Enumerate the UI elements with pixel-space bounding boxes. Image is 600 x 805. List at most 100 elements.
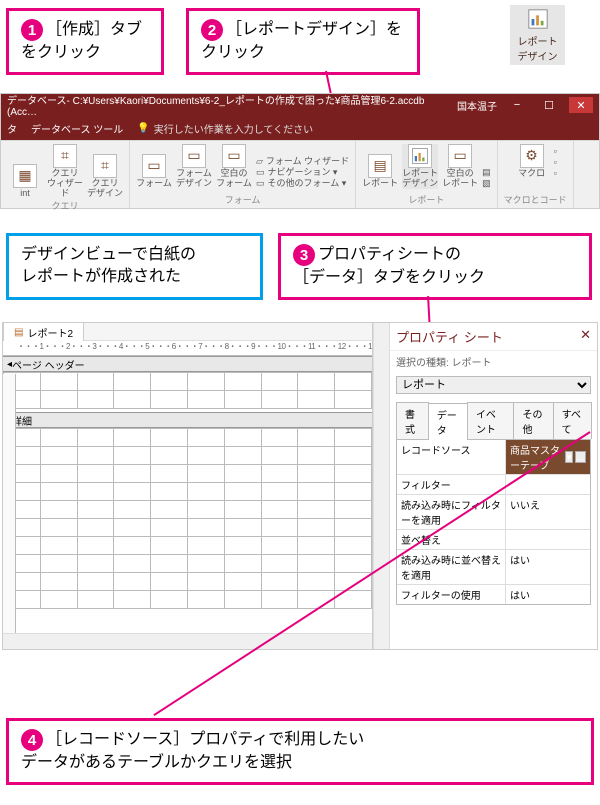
builder-icon[interactable]: … [575,451,586,463]
access-window: データベース- C:¥Users¥Kaori¥Documents¥6-2_レポー… [0,93,600,209]
design-surface[interactable]: ・・・1・・・2・・・3・・・4・・・5・・・6・・・7・・・8・・・9・・・1… [3,341,372,633]
ribbon-tabs: タ データベース ツール 💡 実行したい作業を入力してください [1,116,599,140]
ribbon-item-label: レポート デザイン [402,169,438,189]
ribbon-item-label: その他のフォーム ▾ [268,179,347,189]
close-icon[interactable]: ✕ [580,327,591,346]
property-row[interactable]: 並べ替え [397,530,590,550]
callout-3: 3プロパティシートの ［データ］タブをクリック [278,233,592,300]
scrollbar-vertical[interactable] [373,323,389,649]
callout-text: デザインビューで白紙の [21,244,248,266]
tab-other[interactable]: その他 [513,402,553,439]
report-button[interactable]: ▤ レポート [362,154,398,189]
callout-4: 4［レコードソース］プロパティで利用したい データがあるテーブルかクエリを選択 [6,718,594,785]
property-row[interactable]: フィルターの使用 はい [397,585,590,604]
ribbon-tab[interactable]: タ [7,121,17,136]
navigation-button[interactable]: ▭ナビゲーション ▾ [256,168,337,178]
close-button[interactable]: ✕ [569,97,593,113]
side-icon: ▤ [482,168,491,178]
tell-me-search[interactable]: 💡 実行したい作業を入力してください [137,121,313,136]
blank-form-icon: ▭ [222,144,246,168]
scrollbar-horizontal[interactable] [3,633,372,649]
ruler-vertical [3,374,16,633]
form-design-icon: ▭ [182,144,206,168]
wizard-icon: ▱ [256,157,263,167]
grid-page-header[interactable] [3,372,372,412]
nav-icon: ▭ [256,168,265,178]
grid-detail[interactable] [3,428,372,628]
icon-label: レポート デザイン [512,33,563,63]
lightbulb-icon: 💡 [137,123,149,134]
maximize-button[interactable]: ☐ [537,97,561,113]
ribbon-item-label: フォーム [136,179,172,189]
callout-blue: デザインビューで白紙の レポートが作成された [6,233,263,300]
callout-number-1: 1 [21,19,43,41]
property-row[interactable]: 読み込み時に並べ替えを適用 はい [397,550,590,585]
property-row[interactable]: 読み込み時にフィルターを適用 いいえ [397,495,590,530]
property-value[interactable]: はい [506,550,590,584]
macro-icon: ⚙ [520,144,544,168]
window-tabbar: ▤ レポート2 [3,323,372,341]
callout-text: ［レポートデザイン］をクリック [201,21,402,60]
query-wizard-button[interactable]: ⌗ クエリ ウィザード [47,144,83,199]
ribbon-tab[interactable]: データベース ツール [31,121,123,136]
report-tab[interactable]: ▤ レポート2 [3,322,84,342]
report-icon: ▤ [368,154,392,178]
ribbon-item-label: クエリ ウィザード [47,169,83,199]
ribbon-item-label: ナビゲーション ▾ [268,168,338,178]
macro-side-3[interactable]: ▫ [554,169,557,179]
side-icon: ▫ [554,147,557,157]
blank-report-button[interactable]: ▭ 空白の レポート [442,144,478,189]
callout-number-2: 2 [201,19,223,41]
ribbon: ▦ int ⌗ クエリ ウィザード ⌗ クエリ デザイン クエリ ▭ フォーム [1,140,599,208]
query-design-button[interactable]: ⌗ クエリ デザイン [87,154,123,199]
property-key: フィルターの使用 [397,585,506,604]
macro-side-1[interactable]: ▫ [554,147,557,157]
property-value[interactable]: いいえ [506,495,590,529]
user-name: 国本温子 [457,98,497,113]
callout-text: データがあるテーブルかクエリを選択 [21,754,292,771]
db-title: データベース- C:¥Users¥Kaori¥Documents¥6-2_レポー… [7,92,457,118]
parts-button[interactable]: ▦ int [7,164,43,199]
tab-format[interactable]: 書式 [396,402,429,439]
ribbon-item-label: フォーム ウィザード [266,157,349,167]
ribbon-group-label: フォーム [225,193,261,206]
other-forms-button[interactable]: ▭その他のフォーム ▾ [256,179,346,189]
property-selector[interactable]: レポート [396,376,591,394]
macro-side-2[interactable]: ▫ [554,158,557,168]
ribbon-group-label: クエリ [51,199,78,212]
search-placeholder: 実行したい作業を入力してください [154,121,313,136]
ribbon-group-macro: ⚙ マクロ ▫ ▫ ▫ マクロとコード [498,141,574,208]
side-icon: ▧ [482,179,491,189]
form-button[interactable]: ▭ フォーム [136,154,172,189]
property-sheet: プロパティ シート ✕ 選択の種類: レポート レポート 書式 データ イベント… [389,323,597,649]
ribbon-item-label: フォーム デザイン [176,169,212,189]
report-side-icon-1[interactable]: ▤ [482,168,491,178]
property-key: 読み込み時に並べ替えを適用 [397,550,506,584]
report-tab-label: レポート2 [27,325,73,340]
ribbon-item-label: 空白の フォーム [216,169,252,189]
report-side-icon-2[interactable]: ▧ [482,179,491,189]
report-design-button[interactable]: レポート デザイン [402,144,438,189]
blank-form-button[interactable]: ▭ 空白の フォーム [216,144,252,189]
callout-text: プロパティシートの [318,246,461,263]
side-icon: ▫ [554,169,557,179]
side-icon: ▫ [554,158,557,168]
callout-text: ［データ］タブをクリック [293,269,485,286]
ribbon-group-form: ▭ フォーム ▭ フォーム デザイン ▭ 空白の フォーム ▱フォーム ウィザー… [130,141,356,208]
property-value[interactable] [506,530,590,549]
minimize-button[interactable]: − [505,97,529,113]
property-row[interactable]: レコードソース 商品マスターテーブ ▾ … [397,440,590,475]
tab-data[interactable]: データ [428,403,468,440]
callout-number-4: 4 [21,729,43,751]
property-tabs: 書式 データ イベント その他 すべて [396,402,591,440]
tab-event[interactable]: イベント [467,402,515,439]
titlebar: データベース- C:¥Users¥Kaori¥Documents¥6-2_レポー… [1,94,599,116]
section-header-page[interactable]: ◂ ページ ヘッダー [3,356,372,372]
macro-button[interactable]: ⚙ マクロ [514,144,550,179]
form-design-button[interactable]: ▭ フォーム デザイン [176,144,212,189]
property-value[interactable]: はい [506,585,590,604]
form-wizard-button[interactable]: ▱フォーム ウィザード [256,157,349,167]
section-header-detail[interactable]: ◂ 詳細 [3,412,372,428]
chevron-down-icon[interactable]: ▾ [565,451,573,463]
property-key: 読み込み時にフィルターを適用 [397,495,506,529]
